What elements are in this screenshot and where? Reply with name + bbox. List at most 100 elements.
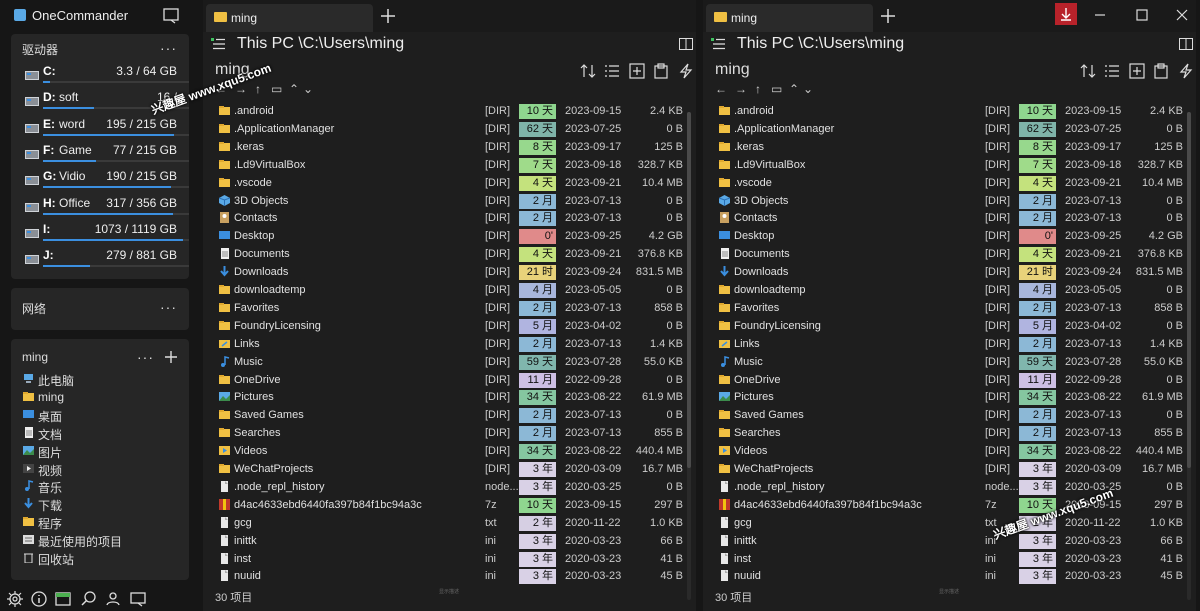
file-row[interactable]: Favorites [DIR] 2 月 2023-07-13 858 B [703,299,1186,317]
file-row[interactable]: FoundryLicensing [DIR] 5 月 2023-04-02 0 B [703,317,1186,335]
file-row[interactable]: Desktop [DIR] 0' 2023-09-25 4.2 GB [703,227,1186,245]
clipboard-icon[interactable] [653,63,669,79]
file-row[interactable]: OneDrive [DIR] 11 月 2022-09-28 0 B [703,371,1186,389]
drive-item[interactable]: I: 1073 / 1119 GB [23,220,189,246]
file-row[interactable]: .vscode [DIR] 4 天 2023-09-21 10.4 MB [703,174,1186,192]
file-row[interactable]: .Ld9VirtualBox [DIR] 7 天 2023-09-18 328.7 KB [203,156,686,174]
tab-ming[interactable]: ming [706,4,873,32]
file-row[interactable]: inst ini 3 年 2020-03-23 41 B [203,550,686,568]
actions-icon[interactable] [1178,63,1194,79]
drives-more-button[interactable]: ··· [160,40,177,56]
favorite-item[interactable]: 最近使用的项目 [23,531,183,549]
file-row[interactable]: Links [DIR] 2 月 2023-07-13 1.4 KB [203,335,686,353]
file-row[interactable]: Contacts [DIR] 2 月 2023-07-13 0 B [203,209,686,227]
up-icon[interactable]: ↑ [755,82,761,96]
back-icon[interactable]: ← [715,82,727,96]
forward-icon[interactable]: → [735,82,747,96]
drive-item[interactable]: G: Vidio 190 / 215 GB [23,167,189,193]
file-row[interactable]: .keras [DIR] 8 天 2023-09-17 125 B [703,138,1186,156]
file-row[interactable]: Searches [DIR] 2 月 2023-07-13 855 B [703,424,1186,442]
up-icon[interactable]: ↑ [255,82,261,96]
drive-item[interactable]: C: 3.3 / 64 GB [23,62,189,88]
file-row[interactable]: WeChatProjects [DIR] 3 年 2020-03-09 16.7 MB [703,460,1186,478]
new-folder-icon[interactable]: ▭ [771,82,782,96]
scrollbar-thumb[interactable] [687,112,691,468]
new-tab-icon[interactable] [876,4,900,28]
drive-item[interactable]: J: 279 / 881 GB [23,246,189,272]
favorite-item[interactable]: 视频 [23,460,183,478]
favorite-item[interactable]: ming [23,388,183,406]
list-view-icon[interactable] [1104,63,1120,79]
sort-icon[interactable] [580,63,596,79]
file-row[interactable]: Videos [DIR] 34 天 2023-08-22 440.4 MB [203,442,686,460]
file-row[interactable]: Saved Games [DIR] 2 月 2023-07-13 0 B [703,406,1186,424]
file-row[interactable]: gcg txt 2 年 2020-11-22 1.0 KB [703,514,1186,532]
drive-item[interactable]: E: word 195 / 215 GB [23,115,189,141]
scrollbar[interactable] [687,112,691,600]
scrollbar-thumb[interactable] [1187,112,1191,468]
file-row[interactable]: .ApplicationManager [DIR] 62 天 2023-07-25 0 … [203,120,686,138]
favorites-more-button[interactable]: ··· [137,349,154,365]
clipboard-icon[interactable] [1153,63,1169,79]
favorite-item[interactable]: 下载 [23,495,183,513]
new-item-icon[interactable] [629,63,645,79]
menu-icon[interactable] [211,37,225,51]
search-icon[interactable] [79,589,99,609]
file-row[interactable]: Pictures [DIR] 34 天 2023-08-22 61.9 MB [203,388,686,406]
file-row[interactable]: .vscode [DIR] 4 天 2023-09-21 10.4 MB [203,174,686,192]
info-icon[interactable] [29,589,49,609]
network-more-button[interactable]: ··· [160,299,177,315]
close-icon[interactable] [1167,5,1197,25]
new-folder-icon[interactable]: ▭ [271,82,282,96]
favorite-item[interactable]: 桌面 [23,406,183,424]
file-row[interactable]: .node_repl_history node... 3 年 2020-03-25 0 … [203,478,686,496]
file-row[interactable]: Music [DIR] 59 天 2023-07-28 55.0 KB [703,353,1186,371]
tab-ming[interactable]: ming [206,4,373,32]
favorite-item[interactable]: 此电脑 [23,370,183,388]
file-row[interactable]: Pictures [DIR] 34 天 2023-08-22 61.9 MB [703,388,1186,406]
layout-icon[interactable] [53,589,73,609]
columns-icon[interactable] [1179,38,1193,50]
file-row[interactable]: nuuid ini 3 年 2020-03-23 45 B [203,567,686,584]
file-row[interactable]: inst ini 3 年 2020-03-23 41 B [703,550,1186,568]
file-row[interactable]: inittk ini 3 年 2020-03-23 66 B [203,532,686,550]
chevron-up-icon[interactable]: ⌃ [789,82,799,96]
actions-icon[interactable] [678,63,694,79]
add-favorite-icon[interactable] [164,350,178,364]
chevron-down-icon[interactable]: ⌄ [803,82,813,96]
favorite-item[interactable]: 图片 [23,442,183,460]
favorite-item[interactable]: 音乐 [23,477,183,495]
file-row[interactable]: .node_repl_history node... 3 年 2020-03-25 0 … [703,478,1186,496]
file-row[interactable]: Links [DIR] 2 月 2023-07-13 1.4 KB [703,335,1186,353]
file-row[interactable]: Documents [DIR] 4 天 2023-09-21 376.8 KB [203,245,686,263]
file-row[interactable]: Contacts [DIR] 2 月 2023-07-13 0 B [703,209,1186,227]
resize-grip[interactable]: 显示描述 [439,588,459,595]
window-icon[interactable] [128,589,148,609]
favorite-item[interactable]: 回收站 [23,549,183,567]
file-row[interactable]: Music [DIR] 59 天 2023-07-28 55.0 KB [203,353,686,371]
path-bar[interactable]: This PC \C:\Users\ming [703,32,1196,58]
file-row[interactable]: Favorites [DIR] 2 月 2023-07-13 858 B [203,299,686,317]
new-tab-icon[interactable] [376,4,400,28]
new-item-icon[interactable] [1129,63,1145,79]
file-row[interactable]: Desktop [DIR] 0' 2023-09-25 4.2 GB [203,227,686,245]
columns-icon[interactable] [679,38,693,50]
file-row[interactable]: .ApplicationManager [DIR] 62 天 2023-07-25 0 … [703,120,1186,138]
pane-splitter[interactable] [696,0,703,611]
favorite-item[interactable]: 程序 [23,513,183,531]
scrollbar[interactable] [1187,112,1191,600]
sidebar-toggle-icon[interactable] [162,7,180,24]
file-row[interactable]: .android [DIR] 10 天 2023-09-15 2.4 KB [203,102,686,120]
path-text[interactable]: This PC \C:\Users\ming [237,35,404,53]
file-row[interactable]: WeChatProjects [DIR] 3 年 2020-03-09 16.7 MB [203,460,686,478]
file-row[interactable]: FoundryLicensing [DIR] 5 月 2023-04-02 0 B [203,317,686,335]
download-update-icon[interactable] [1055,3,1077,25]
file-row[interactable]: inittk ini 3 年 2020-03-23 66 B [703,532,1186,550]
resize-grip[interactable]: 显示描述 [939,588,959,595]
file-row[interactable]: .Ld9VirtualBox [DIR] 7 天 2023-09-18 328.7 KB [703,156,1186,174]
file-row[interactable]: d4ac4633ebd6440fa397b84f1bc94a3c 7z 10 天 20… [203,496,686,514]
file-row[interactable]: Saved Games [DIR] 2 月 2023-07-13 0 B [203,406,686,424]
drive-item[interactable]: F: Game 77 / 215 GB [23,141,189,167]
file-row[interactable]: 3D Objects [DIR] 2 月 2023-07-13 0 B [703,192,1186,210]
path-text[interactable]: This PC \C:\Users\ming [737,35,904,53]
